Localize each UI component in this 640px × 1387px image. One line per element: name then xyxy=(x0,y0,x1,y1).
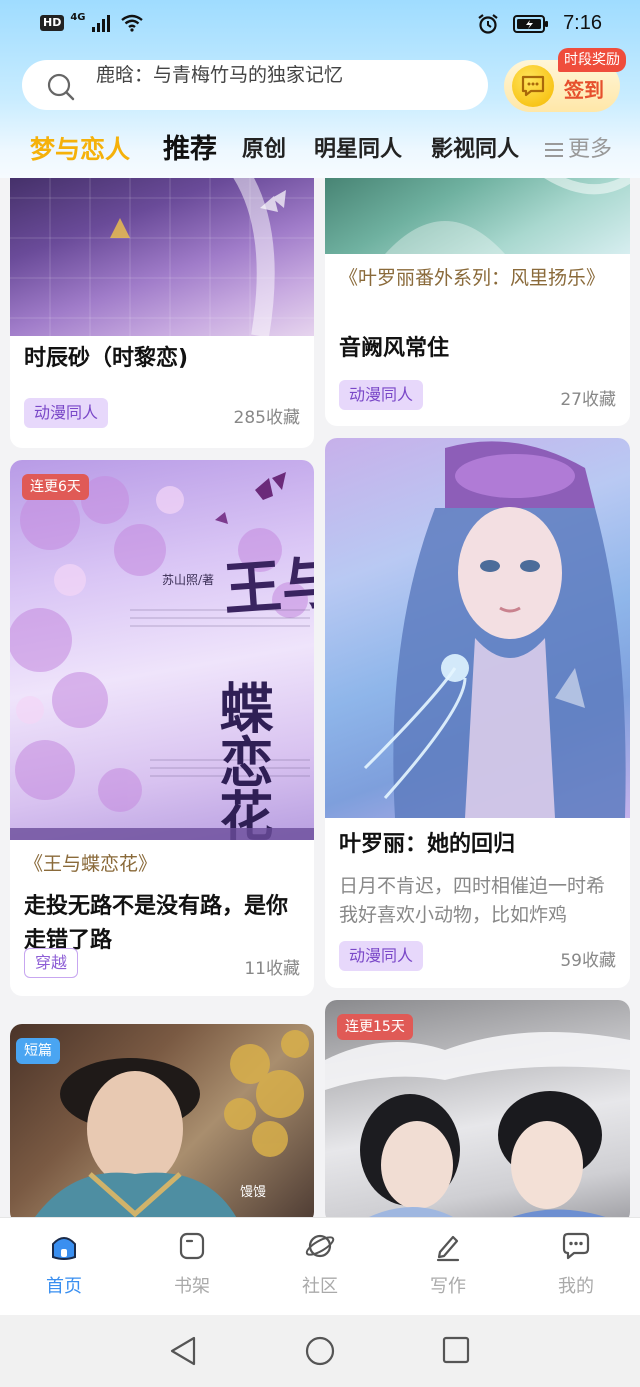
book-feed: 时辰砂（时黎恋) 动漫同人 285收藏 《叶罗丽番外系列：风里扬乐》 音阙风常住… xyxy=(0,178,640,1218)
checkin-label: 签到 xyxy=(564,78,604,102)
alarm-icon xyxy=(478,13,498,34)
genre-tag[interactable]: 穿越 xyxy=(24,948,79,978)
tab-original[interactable]: 原创 xyxy=(242,128,286,172)
book-card[interactable]: 时辰砂（时黎恋) 动漫同人 285收藏 xyxy=(10,178,314,448)
nav-home[interactable]: 首页 xyxy=(19,1230,109,1298)
favorite-count: 285收藏 xyxy=(233,408,300,428)
nav-label: 我的 xyxy=(558,1276,594,1297)
book-card[interactable]: 馒馒 短篇 xyxy=(10,1024,314,1218)
favorite-count: 11收藏 xyxy=(244,959,300,979)
network-type: 4G xyxy=(70,11,86,23)
cover-caption: 馒馒 xyxy=(240,1185,266,1200)
book-cover xyxy=(10,178,314,336)
update-streak-badge: 连更6天 xyxy=(22,474,89,500)
short-story-badge: 短篇 xyxy=(16,1038,60,1064)
book-cover xyxy=(325,438,630,818)
system-navigation-bar xyxy=(0,1315,640,1387)
pen-icon xyxy=(436,1235,460,1262)
cover-title-a: 王与 xyxy=(221,548,314,624)
tab-film-fanfic[interactable]: 影视同人 xyxy=(431,128,519,172)
home-button-icon[interactable] xyxy=(304,1335,336,1367)
nav-label: 首页 xyxy=(46,1276,82,1297)
nav-label: 写作 xyxy=(430,1276,466,1297)
book-subtitle: 《叶罗丽番外系列：风里扬乐》 xyxy=(339,267,606,289)
bottom-navigation: 首页 书架 社区 写作 我的 xyxy=(0,1217,640,1315)
book-subtitle: 《王与蝶恋花》 xyxy=(24,853,158,875)
clock: 7:16 xyxy=(563,12,602,34)
hd-badge: HD xyxy=(40,15,65,31)
nav-write[interactable]: 写作 xyxy=(403,1230,493,1298)
nav-profile[interactable]: 我的 xyxy=(531,1230,621,1298)
update-streak-badge: 连更15天 xyxy=(337,1014,413,1040)
nav-bookshelf[interactable]: 书架 xyxy=(147,1230,237,1298)
planet-icon xyxy=(305,1234,335,1258)
tab-celebrity-fanfic[interactable]: 明星同人 xyxy=(314,128,402,172)
back-icon[interactable] xyxy=(168,1335,198,1367)
nav-label: 书架 xyxy=(174,1276,210,1297)
genre-tag[interactable]: 动漫同人 xyxy=(339,941,424,971)
search-bar[interactable]: 鹿晗：与青梅竹马的独家记忆 xyxy=(22,60,488,110)
coin-icon xyxy=(512,65,554,107)
wifi-icon xyxy=(120,14,143,32)
nav-label: 社区 xyxy=(302,1276,338,1297)
cover-title-b: 蝶恋花 xyxy=(210,680,274,840)
home-icon xyxy=(52,1237,76,1260)
tab-more[interactable]: 更多 xyxy=(544,128,612,172)
book-card[interactable]: 叶罗丽：她的回归 日月不肯迟，四时相催迫一时希我好喜欢小动物，比如炸鸡 动漫同人… xyxy=(325,438,630,988)
book-title: 音阙风常住 xyxy=(339,336,450,361)
chat-bubble-icon xyxy=(562,1232,590,1260)
favorite-count: 59收藏 xyxy=(560,951,616,971)
favorite-count: 27收藏 xyxy=(560,390,616,410)
book-cover: 苏山照/著 王与 蝶恋花 xyxy=(10,460,314,840)
genre-tag[interactable]: 动漫同人 xyxy=(24,398,109,428)
book-title: 时辰砂（时黎恋) xyxy=(24,346,189,371)
book-card[interactable]: 《叶罗丽番外系列：风里扬乐》 音阙风常住 动漫同人 27收藏 xyxy=(325,178,630,426)
recents-icon[interactable] xyxy=(441,1335,471,1365)
book-description: 日月不肯迟，四时相催迫一时希我好喜欢小动物，比如炸鸡 xyxy=(339,875,606,926)
bookshelf-icon xyxy=(179,1232,205,1260)
genre-tag[interactable]: 动漫同人 xyxy=(339,380,424,410)
tab-recommend[interactable]: 推荐 xyxy=(163,128,217,172)
battery-icon xyxy=(513,14,549,33)
category-tabs: 梦与恋人 推荐 原创 明星同人 影视同人 更多 xyxy=(0,128,640,174)
book-cover xyxy=(325,178,630,254)
cover-author: 苏山照/著 xyxy=(162,573,214,587)
reward-badge: 时段奖励 xyxy=(558,48,626,72)
more-label: 更多 xyxy=(568,137,613,162)
status-bar: HD 4G 7:16 xyxy=(0,0,640,54)
search-icon xyxy=(47,73,75,101)
header: HD 4G 7:16 鹿晗：与青梅竹马的独家记忆 签到 时段奖励 梦与恋人 推荐… xyxy=(0,0,640,178)
menu-icon xyxy=(545,143,563,157)
tab-brand[interactable]: 梦与恋人 xyxy=(30,128,130,172)
nav-community[interactable]: 社区 xyxy=(275,1230,365,1298)
search-suggestion: 鹿晗：与青梅竹马的独家记忆 xyxy=(96,64,344,86)
book-title: 叶罗丽：她的回归 xyxy=(339,832,516,857)
book-card[interactable]: 苏山照/著 王与 蝶恋花 连更6天 《王与蝶恋花》 走投无路不是没有路，是你走错… xyxy=(10,460,314,996)
book-card[interactable]: 连更15天 xyxy=(325,1000,630,1218)
signal-icon xyxy=(91,15,110,32)
